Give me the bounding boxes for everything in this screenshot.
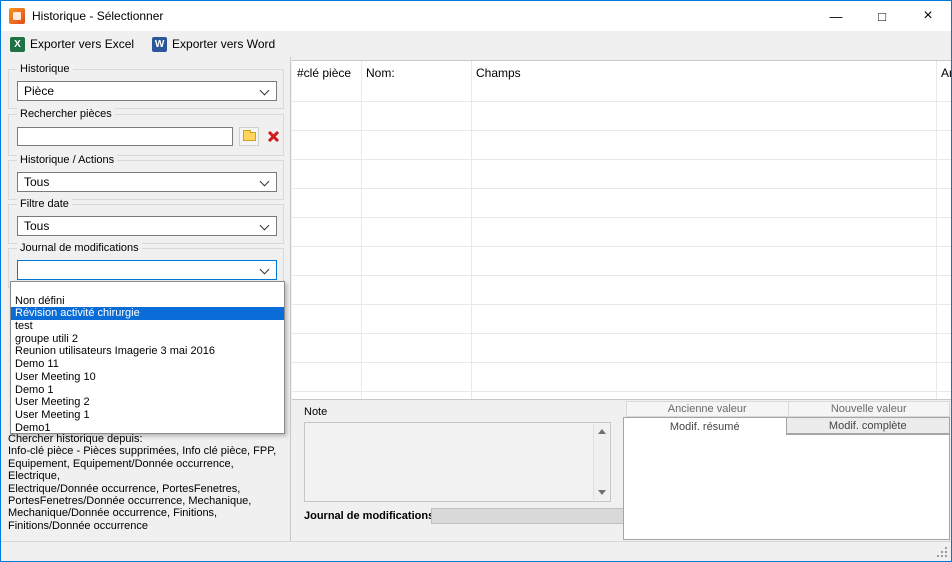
dropdown-item[interactable]: Non défini	[11, 295, 284, 308]
grid-header: #clé pièceNom:ChampsAn	[292, 61, 951, 102]
dropdown-item[interactable]: User Meeting 2	[11, 396, 284, 409]
search-scope-text: Chercher historique depuis: Info-clé piè…	[8, 433, 288, 532]
minimize-button[interactable]: —	[813, 1, 859, 31]
app-icon	[9, 8, 25, 24]
column-divider	[936, 61, 937, 399]
toolbar: X Exporter vers Excel W Exporter vers Wo…	[1, 31, 951, 57]
dropdown-item[interactable]: Demo 11	[11, 358, 284, 371]
tab-modif-complete[interactable]: Modif. complète	[787, 417, 951, 434]
new-value-header[interactable]: Nouvelle valeur	[789, 401, 951, 417]
actions-combobox-value: Tous	[24, 175, 49, 189]
value-column-headers: Ancienne valeur Nouvelle valeur	[626, 401, 950, 417]
window: Historique - Sélectionner — □ × X Export…	[0, 0, 952, 562]
grid-rows[interactable]	[292, 102, 951, 399]
red-x-icon	[267, 130, 280, 143]
journal-dropdown-list: Non définiRévision activité chirurgietes…	[10, 281, 285, 434]
window-controls: — □ ×	[813, 1, 951, 31]
note-label: Note	[304, 406, 327, 418]
dropdown-item[interactable]: Demo1	[11, 422, 284, 434]
window-title: Historique - Sélectionner	[32, 9, 163, 23]
modif-tab-content	[623, 434, 950, 540]
journal-group-label: Journal de modifications	[17, 242, 142, 255]
titlebar: Historique - Sélectionner — □ ×	[1, 1, 951, 31]
date-filter-combobox-value: Tous	[24, 219, 49, 233]
historique-combobox-value: Pièce	[24, 84, 54, 98]
dropdown-item[interactable]	[11, 282, 284, 295]
old-value-header[interactable]: Ancienne valeur	[626, 401, 789, 417]
word-icon: W	[152, 37, 167, 52]
dropdown-item[interactable]: Demo 1	[11, 384, 284, 397]
actions-group-label: Historique / Actions	[17, 154, 117, 167]
historique-group: Historique Pièce	[8, 69, 284, 109]
date-filter-group: Filtre date Tous	[8, 204, 284, 244]
folder-icon	[243, 132, 256, 141]
note-textarea[interactable]	[304, 422, 611, 502]
note-scrollbar[interactable]	[593, 424, 609, 500]
modif-tabs: Modif. résumé Modif. complète	[623, 417, 950, 434]
historique-group-label: Historique	[17, 63, 73, 76]
chevron-down-icon	[260, 86, 270, 96]
chevron-down-icon	[260, 177, 270, 187]
dropdown-item[interactable]: User Meeting 1	[11, 409, 284, 422]
clear-search-button[interactable]	[263, 127, 283, 146]
export-word-label: Exporter vers Word	[172, 37, 275, 51]
maximize-button[interactable]: □	[859, 1, 905, 31]
column-header[interactable]: Champs	[471, 61, 936, 101]
results-panel: #clé pièceNom:ChampsAn Note Journal de m…	[292, 57, 951, 541]
filter-panel: Historique Pièce Rechercher pièces Histo…	[1, 57, 291, 541]
journal-field	[431, 508, 627, 524]
resize-grip[interactable]	[935, 545, 947, 557]
modif-tabs-block: Ancienne valeur Nouvelle valeur Modif. r…	[623, 400, 951, 542]
actions-combobox[interactable]: Tous	[17, 172, 277, 192]
chevron-down-icon	[260, 265, 270, 275]
column-divider	[361, 61, 362, 399]
scroll-up-icon[interactable]	[598, 429, 606, 434]
journal-field-label: Journal de modifications	[304, 510, 434, 522]
journal-combobox[interactable]	[17, 260, 277, 280]
export-excel-label: Exporter vers Excel	[30, 37, 134, 51]
dropdown-item[interactable]: groupe utili 2	[11, 333, 284, 346]
export-excel-button[interactable]: X Exporter vers Excel	[7, 35, 137, 54]
historique-combobox[interactable]: Pièce	[17, 81, 277, 101]
main-area: Historique Pièce Rechercher pièces Histo…	[1, 57, 951, 541]
detail-area: Note Journal de modifications Ancienne v…	[292, 399, 951, 541]
dropdown-item[interactable]: User Meeting 10	[11, 371, 284, 384]
actions-group: Historique / Actions Tous	[8, 160, 284, 200]
tab-modif-resume[interactable]: Modif. résumé	[623, 417, 787, 435]
export-word-button[interactable]: W Exporter vers Word	[149, 35, 278, 54]
results-grid: #clé pièceNom:ChampsAn	[292, 60, 951, 399]
dropdown-item[interactable]: Révision activité chirurgie	[11, 307, 284, 320]
column-header[interactable]: #clé pièce	[292, 61, 361, 101]
column-header[interactable]: An	[936, 61, 951, 101]
excel-icon: X	[10, 37, 25, 52]
dropdown-item[interactable]: test	[11, 320, 284, 333]
date-filter-group-label: Filtre date	[17, 198, 72, 211]
date-filter-combobox[interactable]: Tous	[17, 216, 277, 236]
search-group: Rechercher pièces	[8, 114, 284, 156]
status-strip	[1, 541, 951, 561]
column-divider	[471, 61, 472, 399]
scroll-down-icon[interactable]	[598, 490, 606, 495]
search-group-label: Rechercher pièces	[17, 108, 115, 121]
dropdown-item[interactable]: Reunion utilisateurs Imagerie 3 mai 2016	[11, 345, 284, 358]
column-header[interactable]: Nom:	[361, 61, 471, 101]
search-input[interactable]	[17, 127, 233, 146]
chevron-down-icon	[260, 221, 270, 231]
close-button[interactable]: ×	[905, 1, 951, 31]
browse-button[interactable]	[239, 127, 259, 146]
